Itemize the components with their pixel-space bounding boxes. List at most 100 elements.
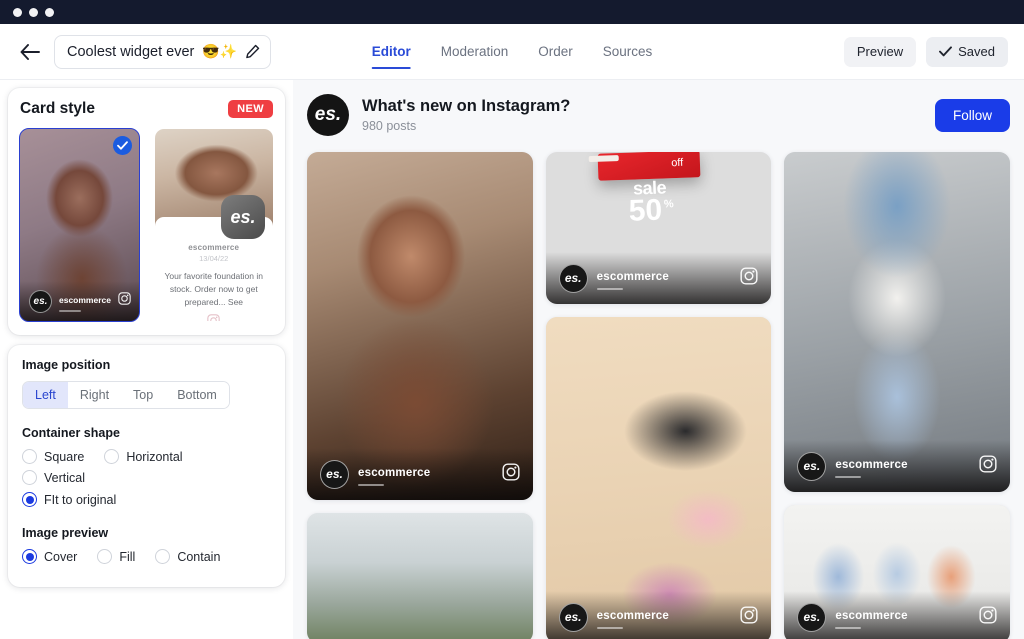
post-sneakers-flatlay[interactable]: es. escommerce bbox=[545, 317, 772, 639]
es-logo-icon: es. bbox=[797, 602, 827, 632]
radio-icon bbox=[104, 449, 120, 464]
instagram-icon[interactable] bbox=[740, 605, 758, 629]
post-group-denim[interactable]: es. escommerce bbox=[784, 505, 1011, 639]
tab-order[interactable]: Order bbox=[538, 24, 573, 79]
sale-tag bbox=[588, 154, 619, 162]
image-preview-fill-label: Fill bbox=[119, 549, 136, 564]
saved-label: Saved bbox=[958, 44, 995, 59]
image-position-top[interactable]: Top bbox=[121, 382, 166, 408]
container-shape-options-row1: Square Horizontal Vertical bbox=[22, 449, 271, 485]
image-position-left[interactable]: Left bbox=[23, 382, 68, 408]
image-settings-panel: Image position Left Right Top Bottom Con… bbox=[8, 345, 285, 587]
check-icon bbox=[939, 46, 953, 57]
feed-post-count: 980 posts bbox=[362, 119, 417, 133]
tab-editor[interactable]: Editor bbox=[371, 24, 411, 79]
container-shape-fit-to-original[interactable]: FIt to original bbox=[22, 492, 116, 507]
tab-sources[interactable]: Sources bbox=[603, 24, 653, 79]
image-position-right[interactable]: Right bbox=[67, 382, 122, 408]
container-shape-vertical-label: Vertical bbox=[44, 470, 85, 485]
post-handle-wrap: escommerce bbox=[835, 606, 907, 629]
post-grid: es. escommerce sale 50% off es. escommer… bbox=[307, 152, 1011, 639]
container-shape-options-row2: FIt to original bbox=[22, 492, 271, 507]
sale-percent: % bbox=[663, 198, 674, 211]
toolbar-actions: Preview Saved bbox=[843, 36, 1008, 67]
tab-moderation[interactable]: Moderation bbox=[441, 24, 509, 79]
es-logo-icon: es. bbox=[221, 195, 265, 239]
widget-title-field[interactable]: Coolest widget ever 😎✨ bbox=[54, 34, 272, 69]
container-shape-vertical[interactable]: Vertical bbox=[22, 470, 85, 485]
radio-icon bbox=[97, 549, 113, 564]
card-style-panel: Card style NEW es. escommerce es. escomm… bbox=[8, 88, 285, 335]
pencil-icon[interactable] bbox=[245, 44, 260, 59]
image-preview-label: Image preview bbox=[22, 526, 109, 540]
card-style-handle-2: escommerce bbox=[188, 243, 240, 252]
window-dot-maximize[interactable] bbox=[45, 7, 54, 17]
instagram-icon[interactable] bbox=[740, 266, 758, 290]
post-footer: es. escommerce bbox=[307, 448, 533, 500]
card-style-title: Card style bbox=[20, 100, 95, 117]
container-shape-square-label: Square bbox=[44, 449, 85, 464]
window-dot-minimize[interactable] bbox=[29, 7, 38, 17]
grid-column-3: es. escommerce es. escommerce bbox=[784, 152, 1011, 639]
es-logo-icon: es. bbox=[558, 602, 588, 632]
radio-icon bbox=[22, 470, 37, 485]
es-logo-icon: es. bbox=[558, 263, 588, 293]
card-style-caption: Your favorite foundation in stock. Order… bbox=[164, 271, 263, 307]
image-preview-fill[interactable]: Fill bbox=[97, 549, 135, 564]
top-toolbar: Coolest widget ever 😎✨ Editor Moderation… bbox=[0, 24, 1024, 80]
container-shape-square[interactable]: Square bbox=[22, 449, 84, 464]
container-shape-label: Container shape bbox=[22, 426, 120, 440]
handle-underline bbox=[835, 626, 862, 629]
post-portrait-makeup[interactable]: es. escommerce bbox=[307, 152, 533, 500]
window-dot-close[interactable] bbox=[13, 7, 22, 17]
post-footer: es. escommerce bbox=[545, 591, 772, 639]
grid-column-2: sale 50% off es. escommerce es. escommer… bbox=[545, 152, 772, 639]
grid-column-1: es. escommerce bbox=[307, 152, 533, 639]
card-style-date: 13/04/22 bbox=[199, 254, 229, 263]
container-shape-fit-label: FIt to original bbox=[44, 492, 117, 507]
image-position-label: Image position bbox=[22, 358, 111, 372]
sale-number-group: 50% bbox=[628, 194, 674, 228]
handle-underline bbox=[358, 483, 384, 486]
post-sale-50-off[interactable]: sale 50% off es. escommerce bbox=[545, 152, 772, 304]
instagram-icon[interactable] bbox=[979, 454, 997, 478]
post-footer: es. escommerce bbox=[784, 440, 1011, 492]
image-position-segmented: Left Right Top Bottom bbox=[22, 381, 230, 409]
image-position-bottom[interactable]: Bottom bbox=[165, 382, 229, 408]
post-handle-wrap: escommerce bbox=[596, 267, 669, 290]
post-handle: escommerce bbox=[596, 609, 669, 622]
image-preview-options: Cover Fill Contain bbox=[22, 549, 271, 564]
widget-title-value: Coolest widget ever bbox=[67, 43, 195, 60]
saved-button[interactable]: Saved bbox=[926, 36, 1008, 67]
back-button[interactable] bbox=[16, 38, 44, 66]
card-style-header: Card style NEW bbox=[20, 100, 273, 118]
arrow-left-icon bbox=[20, 43, 40, 60]
sale-placard: sale 50% off bbox=[588, 152, 700, 228]
feed-title-group: What's new on Instagram? 980 posts bbox=[362, 97, 570, 133]
post-handle-wrap: escommerce bbox=[358, 463, 430, 486]
card-style-option-caption[interactable]: es. escommerce 13/04/22 Your favorite fo… bbox=[154, 129, 273, 321]
follow-button[interactable]: Follow bbox=[934, 98, 1010, 132]
card-style-option-image-only[interactable]: es. escommerce bbox=[19, 128, 140, 322]
radio-icon bbox=[155, 549, 171, 564]
es-logo-icon: es. bbox=[29, 289, 52, 313]
instagram-icon[interactable] bbox=[979, 605, 997, 629]
instagram-icon[interactable] bbox=[502, 462, 520, 486]
image-preview-cover[interactable]: Cover bbox=[22, 549, 77, 564]
handle-underline bbox=[596, 626, 623, 629]
post-denim-jacket[interactable]: es. escommerce bbox=[784, 152, 1011, 492]
settings-sidebar: Card style NEW es. escommerce es. escomm… bbox=[0, 80, 293, 639]
preview-button[interactable]: Preview bbox=[843, 36, 917, 67]
card-style-footer: es. escommerce bbox=[20, 281, 139, 321]
post-store-shopper[interactable] bbox=[307, 513, 533, 639]
image-preview-contain[interactable]: Contain bbox=[155, 549, 220, 564]
post-handle: escommerce bbox=[835, 609, 908, 622]
radio-icon-selected bbox=[22, 549, 37, 564]
post-handle-wrap: escommerce bbox=[596, 606, 669, 629]
post-handle-wrap: escommerce bbox=[835, 455, 907, 478]
handle-underline bbox=[835, 475, 862, 478]
container-shape-horizontal[interactable]: Horizontal bbox=[104, 449, 183, 464]
post-handle: escommerce bbox=[835, 458, 908, 471]
widget-preview: es. What's new on Instagram? 980 posts F… bbox=[293, 80, 1024, 639]
